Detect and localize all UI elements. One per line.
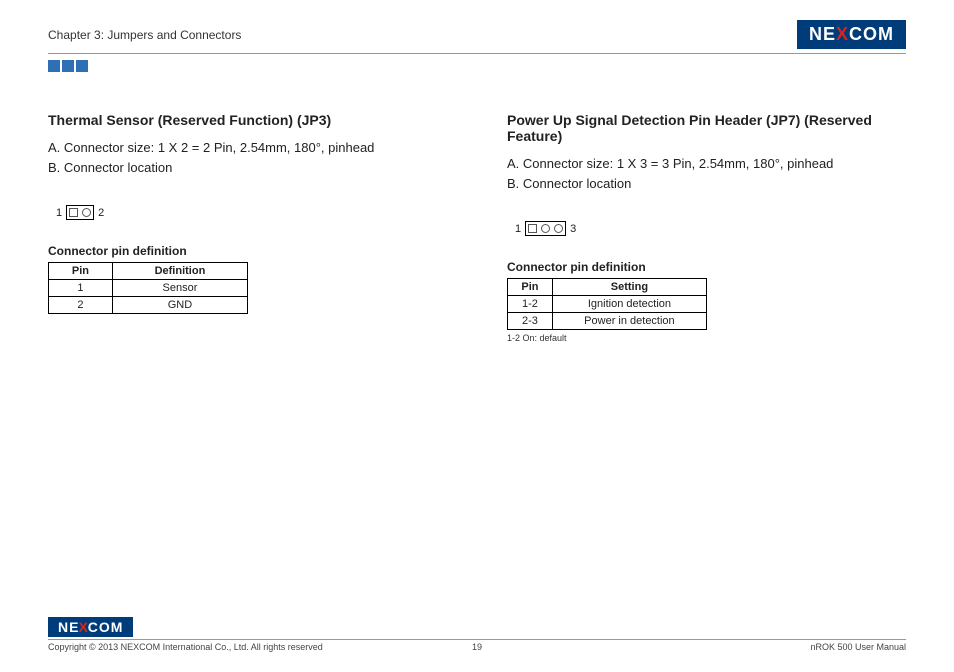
pin-2-icon — [82, 208, 91, 217]
pin-label-right: 2 — [98, 207, 104, 219]
page-footer: NEXCOM Copyright © 2013 NEXCOM Internati… — [48, 617, 906, 652]
page-header: Chapter 3: Jumpers and Connectors NEXCOM — [48, 20, 906, 54]
pin-box — [525, 221, 566, 236]
right-table-note: 1-2 On: default — [507, 333, 906, 343]
table-row: 2-3 Power in detection — [508, 313, 707, 330]
copyright-text: Copyright © 2013 NEXCOM International Co… — [48, 642, 323, 652]
right-pin-table: Pin Setting 1-2 Ignition detection 2-3 P… — [507, 278, 707, 330]
right-column: Power Up Signal Detection Pin Header (JP… — [507, 112, 906, 343]
left-spec-a: A. Connector size: 1 X 2 = 2 Pin, 2.54mm… — [48, 138, 447, 158]
left-pin-diagram: 1 2 — [56, 205, 447, 220]
right-section-title: Power Up Signal Detection Pin Header (JP… — [507, 112, 906, 144]
pin-box — [66, 205, 94, 220]
left-pin-table: Pin Definition 1 Sensor 2 GND — [48, 262, 248, 314]
manual-name: nROK 500 User Manual — [810, 642, 906, 652]
left-column: Thermal Sensor (Reserved Function) (JP3)… — [48, 112, 447, 343]
left-th-def: Definition — [112, 263, 247, 280]
table-row: 2 GND — [49, 297, 248, 314]
left-spec-b: B. Connector location — [48, 158, 447, 178]
left-section-title: Thermal Sensor (Reserved Function) (JP3) — [48, 112, 447, 128]
right-th-pin: Pin — [508, 279, 553, 296]
footer-bar: Copyright © 2013 NEXCOM International Co… — [48, 639, 906, 652]
right-th-set: Setting — [552, 279, 706, 296]
pin-label-left: 1 — [515, 223, 521, 235]
pin-2-icon — [541, 224, 550, 233]
decorative-squares — [48, 60, 906, 72]
right-spec-a: A. Connector size: 1 X 3 = 3 Pin, 2.54mm… — [507, 154, 906, 174]
right-table-title: Connector pin definition — [507, 260, 906, 274]
nexcom-logo-top: NEXCOM — [797, 20, 906, 49]
table-row: 1 Sensor — [49, 280, 248, 297]
page-number: 19 — [472, 642, 482, 652]
pin-3-icon — [554, 224, 563, 233]
pin-1-icon — [69, 208, 78, 217]
pin-1-icon — [528, 224, 537, 233]
nexcom-logo-bottom: NEXCOM — [48, 617, 133, 637]
right-pin-diagram: 1 3 — [515, 221, 906, 236]
left-table-title: Connector pin definition — [48, 244, 447, 258]
left-th-pin: Pin — [49, 263, 113, 280]
table-row: 1-2 Ignition detection — [508, 296, 707, 313]
pin-label-left: 1 — [56, 207, 62, 219]
pin-label-right: 3 — [570, 223, 576, 235]
chapter-label: Chapter 3: Jumpers and Connectors — [48, 28, 241, 42]
right-spec-b: B. Connector location — [507, 174, 906, 194]
main-content: Thermal Sensor (Reserved Function) (JP3)… — [48, 112, 906, 343]
